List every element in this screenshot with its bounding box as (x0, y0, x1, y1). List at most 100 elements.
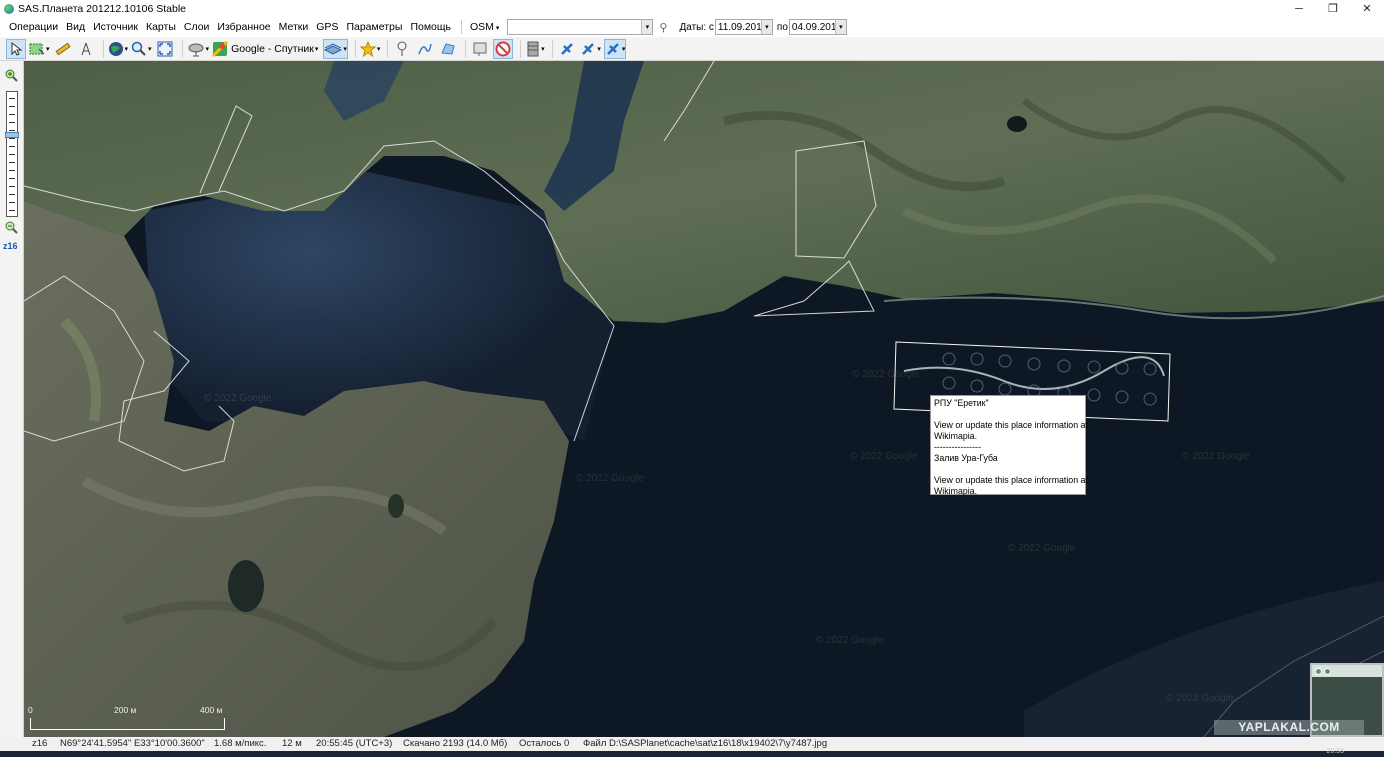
menu-view[interactable]: Вид (62, 21, 89, 33)
popup-text: View or update this place information at (934, 475, 1088, 485)
menu-marks[interactable]: Метки (275, 21, 313, 33)
wikimapia-link[interactable]: Wikimapia. (934, 486, 1082, 497)
ruler-icon (54, 42, 71, 55)
compass-icon (81, 42, 90, 55)
status-file-path: Файл D:\SASPlanet\cache\sat\z16\18\x1940… (583, 738, 828, 749)
search-provider-label: OSM (470, 21, 494, 33)
add-placemark-button[interactable] (392, 39, 412, 59)
star-icon (359, 40, 376, 57)
chevron-down-icon[interactable]: ▾ (641, 20, 653, 34)
status-remaining: Осталось 0 (519, 738, 570, 749)
zoom-in-button[interactable] (5, 69, 18, 85)
map-scale: 0 200 м 400 м (28, 705, 228, 730)
gps-center-button[interactable]: ▾ (603, 38, 627, 59)
path-icon (418, 43, 433, 54)
calendar-dropdown-icon[interactable]: ▾ (834, 20, 846, 34)
zoom-bar: z16 (0, 61, 24, 737)
select-area-icon (29, 43, 45, 54)
popup-divider: ---------------- (934, 442, 981, 452)
gps-connect-button[interactable] (557, 39, 577, 59)
satellite-dish-button[interactable]: ▾ (187, 39, 209, 59)
menu-help[interactable]: Помощь (406, 21, 455, 33)
dates-to-label: по (776, 21, 788, 33)
maximize-button[interactable]: ❐ (1316, 0, 1350, 17)
toolbar-separator (102, 39, 104, 58)
ruler-button[interactable] (53, 39, 73, 59)
menu-bar: Операции Вид Источник Карты Слои Избранн… (0, 17, 1384, 37)
date-from-field[interactable]: 11.09.2016 ▾ (714, 19, 773, 35)
toolbar: ▾ ▾ ▾ ▾ Google - Спутник ▾ ▾ ▾ ▾ ▾ ▾ (0, 37, 1384, 61)
hide-marks-button[interactable] (493, 38, 514, 59)
menu-layers[interactable]: Слои (180, 21, 214, 33)
zoom-out-button[interactable] (5, 221, 18, 237)
status-bar: z16 N69°24'41.5954" E33°10'00.3600" 1.68… (0, 737, 1384, 751)
gps-satellite-icon (607, 42, 619, 55)
favorites-button[interactable]: ▾ (359, 39, 380, 59)
lake (388, 494, 404, 518)
wikimapia-link[interactable]: Wikimapia. (934, 431, 1082, 442)
scale-label-200: 200 м (114, 705, 137, 715)
placemark-manager-button[interactable] (470, 39, 490, 59)
magnifier-icon (131, 41, 146, 56)
zoom-slider[interactable] (5, 91, 19, 217)
path-tool-button[interactable] (76, 39, 96, 59)
map-viewport[interactable]: © 2022 Google © 2022 Google © 2022 Googl… (24, 61, 1384, 737)
search-provider-dropdown[interactable]: OSM ▾ (466, 21, 503, 33)
gps-track-button[interactable]: ▾ (580, 39, 601, 59)
status-time: 20:55:45 (UTC+3) (316, 738, 393, 749)
add-polygon-button[interactable] (438, 39, 458, 59)
gps-satellite-icon (561, 42, 574, 55)
toolbar-separator (552, 39, 554, 58)
toolbar-separator (354, 39, 356, 58)
taskbar-clock: 20:55 (1326, 748, 1344, 755)
taskbar: 20:55 (0, 748, 1384, 757)
minimap-header (1312, 665, 1382, 677)
pin-icon (397, 41, 407, 56)
calendar-dropdown-icon[interactable]: ▾ (760, 20, 772, 34)
satellite-dish-icon (188, 43, 204, 56)
layers-icon (324, 42, 343, 55)
select-area-button[interactable]: ▾ (29, 39, 50, 59)
menu-gps[interactable]: GPS (312, 21, 342, 33)
status-altitude: 12 м (282, 738, 302, 749)
placemark-info-popup[interactable]: РПУ "Еретик" View or update this place i… (930, 395, 1088, 497)
menu-source[interactable]: Источник (89, 21, 142, 33)
map-source-label: Google - Спутник (231, 42, 314, 55)
app-icon (4, 3, 14, 14)
site-watermark-logo: YAPLAKAL.COM (1214, 720, 1364, 735)
status-downloaded: Скачано 2193 (14.0 Мб) (403, 738, 508, 749)
google-watermark: © 2022 Google (204, 393, 272, 404)
date-to-field[interactable]: 04.09.2017 ▾ (788, 19, 847, 35)
menu-maps[interactable]: Карты (142, 21, 180, 33)
pointer-tool-button[interactable] (6, 38, 26, 59)
popup-text: View or update this place information at (934, 420, 1088, 430)
zoom-tool-button[interactable]: ▾ (131, 39, 152, 59)
scale-label-400: 400 м (200, 705, 223, 715)
google-watermark: © 2022 Google (1008, 543, 1076, 554)
menu-settings[interactable]: Параметры (342, 21, 406, 33)
search-input[interactable]: ▾ (507, 19, 654, 35)
google-watermark: © 2022 Google (1182, 451, 1250, 462)
google-watermark: © 2022 Google (1166, 693, 1234, 704)
window-title: SAS.Планета 201212.10106 Stable (18, 2, 187, 15)
zoom-slider-thumb[interactable] (5, 132, 19, 138)
cache-button[interactable]: ▾ (525, 39, 545, 59)
marks-icon (473, 42, 487, 56)
map-source-dropdown[interactable]: Google - Спутник ▾ (212, 39, 320, 59)
add-path-button[interactable] (415, 39, 435, 59)
status-resolution: 1.68 м/пикс. (214, 738, 267, 749)
minimap-zoom-in-icon[interactable] (1315, 667, 1322, 675)
minimize-button[interactable]: ─ (1282, 0, 1316, 17)
menu-favorites[interactable]: Избранное (213, 21, 274, 33)
zoom-level-label: z16 (3, 241, 18, 251)
menu-operations[interactable]: Операции (5, 21, 62, 33)
close-button[interactable]: ✕ (1350, 0, 1384, 17)
toolbar-separator (465, 39, 467, 58)
layers-button[interactable]: ▾ (323, 38, 348, 59)
zoom-out-icon (5, 221, 18, 234)
google-watermark: © 2022 Google (850, 451, 918, 462)
fullscreen-button[interactable] (155, 39, 175, 59)
globe-button[interactable]: ▾ (108, 39, 128, 59)
minimap-zoom-out-icon[interactable] (1324, 667, 1331, 675)
search-icon[interactable]: ⚲ (659, 21, 667, 34)
